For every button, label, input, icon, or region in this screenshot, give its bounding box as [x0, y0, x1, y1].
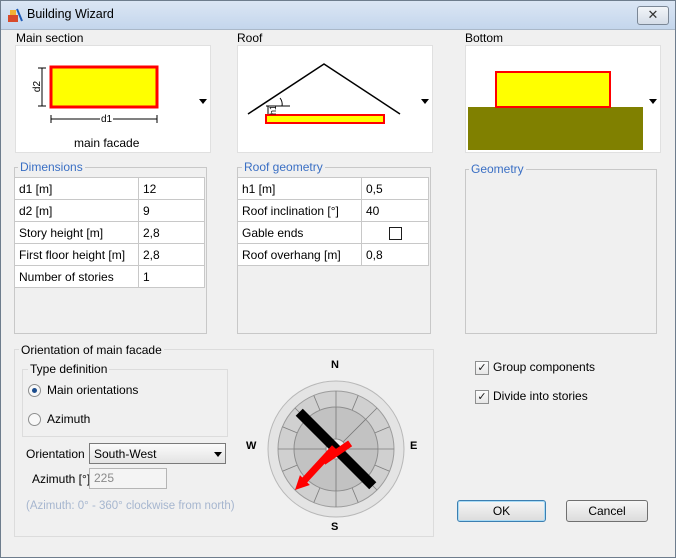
chevron-down-icon[interactable]	[199, 99, 207, 104]
first-floor-height-input[interactable]: 2,8	[138, 243, 205, 266]
d1-input[interactable]: 12	[138, 177, 205, 200]
orientation-label: Orientation	[26, 447, 85, 461]
chevron-down-icon[interactable]	[421, 99, 429, 104]
d2-label: d2	[32, 80, 44, 93]
table-row: d1 [m] 12	[14, 177, 205, 200]
window-title: Building Wizard	[27, 7, 114, 21]
title-bar: Building Wizard ✕	[1, 1, 675, 30]
h1-label: h1	[268, 104, 279, 116]
d1-label: d1	[100, 114, 114, 125]
ok-button[interactable]: OK	[457, 500, 546, 522]
main-orientations-label[interactable]: Main orientations	[47, 383, 138, 397]
compass-e-label: E	[410, 440, 418, 452]
main-section-label: Main section	[16, 31, 84, 45]
divide-stories-label[interactable]: Divide into stories	[493, 389, 588, 403]
bottom-selector[interactable]	[465, 45, 661, 153]
chevron-down-icon	[214, 452, 222, 457]
roof-section-label: Roof	[237, 31, 263, 45]
number-of-stories-input[interactable]: 1	[138, 265, 205, 288]
roof-diagram	[247, 63, 401, 124]
roof-geometry-title: Roof geometry	[242, 160, 325, 174]
row-label: Gable ends	[237, 221, 362, 244]
geometry-title: Geometry	[469, 162, 526, 176]
main-orientations-radio[interactable]	[28, 384, 41, 397]
roof-geometry-table: h1 [m] 0,5 Roof inclination [°] 40 Gable e…	[237, 177, 429, 266]
h1-input[interactable]: 0,5	[361, 177, 429, 200]
compass-rose[interactable]	[256, 357, 426, 533]
row-label: d1 [m]	[14, 177, 139, 200]
group-components-checkbox[interactable]: ✓	[475, 361, 489, 375]
row-label: Roof inclination [°]	[237, 199, 362, 222]
orientation-select-value: South-West	[94, 447, 157, 461]
roof-selector[interactable]: h1	[237, 45, 433, 153]
row-label: d2 [m]	[14, 199, 139, 222]
compass-s-label: S	[331, 521, 339, 533]
azimuth-option-label[interactable]: Azimuth	[47, 412, 90, 426]
group-components-label[interactable]: Group components	[493, 360, 595, 374]
azimuth-radio[interactable]	[28, 413, 41, 426]
row-label: Roof overhang [m]	[237, 243, 362, 266]
row-label: Number of stories	[14, 265, 139, 288]
app-icon	[8, 8, 23, 22]
row-label: Story height [m]	[14, 221, 139, 244]
d2-input[interactable]: 9	[138, 199, 205, 222]
type-definition-title: Type definition	[28, 362, 110, 376]
table-row: Number of stories 1	[14, 265, 205, 288]
compass-n-label: N	[331, 359, 339, 371]
building-wizard-window: Building Wizard ✕ Main section Roof Bott…	[0, 0, 676, 558]
row-label: First floor height [m]	[14, 243, 139, 266]
dimensions-title: Dimensions	[18, 160, 85, 174]
main-section-selector[interactable]: d2 d1 main facade	[15, 45, 211, 153]
story-height-input[interactable]: 2,8	[138, 221, 205, 244]
type-definition-group	[22, 369, 228, 437]
orientation-title: Orientation of main facade	[19, 343, 164, 357]
gable-ends-checkbox[interactable]	[388, 226, 402, 240]
dimensions-table: d1 [m] 12 d2 [m] 9 Story height [m] 2,8 Fir…	[14, 177, 205, 288]
azimuth-input-value: 225	[94, 471, 115, 485]
close-button[interactable]: ✕	[637, 6, 669, 25]
table-row: Roof overhang [m] 0,8	[237, 243, 429, 266]
cancel-button[interactable]: Cancel	[566, 500, 648, 522]
table-row: d2 [m] 9	[14, 199, 205, 222]
close-icon: ✕	[647, 7, 659, 22]
azimuth-label: Azimuth [°]	[32, 472, 91, 486]
row-label: h1 [m]	[237, 177, 362, 200]
azimuth-hint: (Azimuth: 0° - 360° clockwise from north…	[26, 500, 235, 512]
gable-ends-cell	[361, 221, 429, 244]
main-facade-caption: main facade	[74, 136, 140, 150]
azimuth-input[interactable]: 225	[89, 468, 167, 489]
orientation-select[interactable]: South-West	[89, 443, 226, 464]
table-row: Story height [m] 2,8	[14, 221, 205, 244]
chevron-down-icon[interactable]	[649, 99, 657, 104]
geometry-group	[465, 169, 657, 334]
table-row: h1 [m] 0,5	[237, 177, 429, 200]
compass-w-label: W	[246, 440, 257, 452]
roof-inclination-input[interactable]: 40	[361, 199, 429, 222]
bottom-section-label: Bottom	[465, 31, 504, 45]
divide-stories-checkbox[interactable]: ✓	[475, 390, 489, 404]
bottom-diagram	[468, 71, 643, 150]
table-row: First floor height [m] 2,8	[14, 243, 205, 266]
table-row: Roof inclination [°] 40	[237, 199, 429, 222]
roof-overhang-input[interactable]: 0,8	[361, 243, 429, 266]
table-row: Gable ends	[237, 221, 429, 244]
